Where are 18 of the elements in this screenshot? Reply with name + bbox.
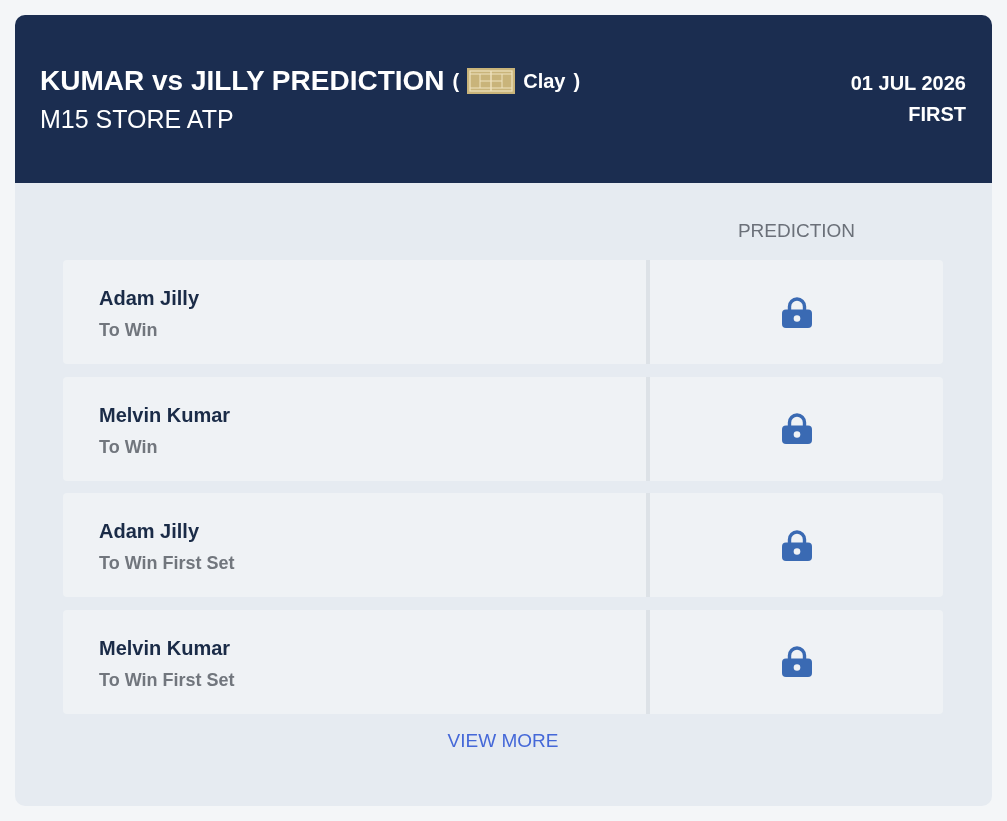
surface-label: Clay (523, 69, 566, 94)
player-name: Melvin Kumar (99, 635, 232, 660)
tournament-name: M15 STORE ATP (40, 103, 235, 134)
player-name: Adam Jilly (99, 286, 201, 310)
match-date: 01 JUL 2026 (850, 71, 966, 96)
column-header: PREDICTION (737, 220, 856, 241)
player-name: Melvin Kumar (99, 402, 232, 427)
bet-market: To Win (99, 320, 159, 342)
match-round: FIRST (908, 102, 966, 127)
view-more-link[interactable]: VIEW MORE (447, 727, 559, 756)
bet-market: To Win First Set (99, 669, 236, 692)
open-paren: ( (452, 69, 460, 94)
bet-market: To Win (99, 436, 159, 459)
player-name: Adam Jilly (99, 519, 201, 543)
tennis-court-icon (467, 68, 516, 94)
match-title: KUMAR vs JILLY PREDICTION (40, 64, 445, 98)
bet-market: To Win First Set (99, 553, 236, 575)
close-paren: ) (573, 69, 581, 94)
